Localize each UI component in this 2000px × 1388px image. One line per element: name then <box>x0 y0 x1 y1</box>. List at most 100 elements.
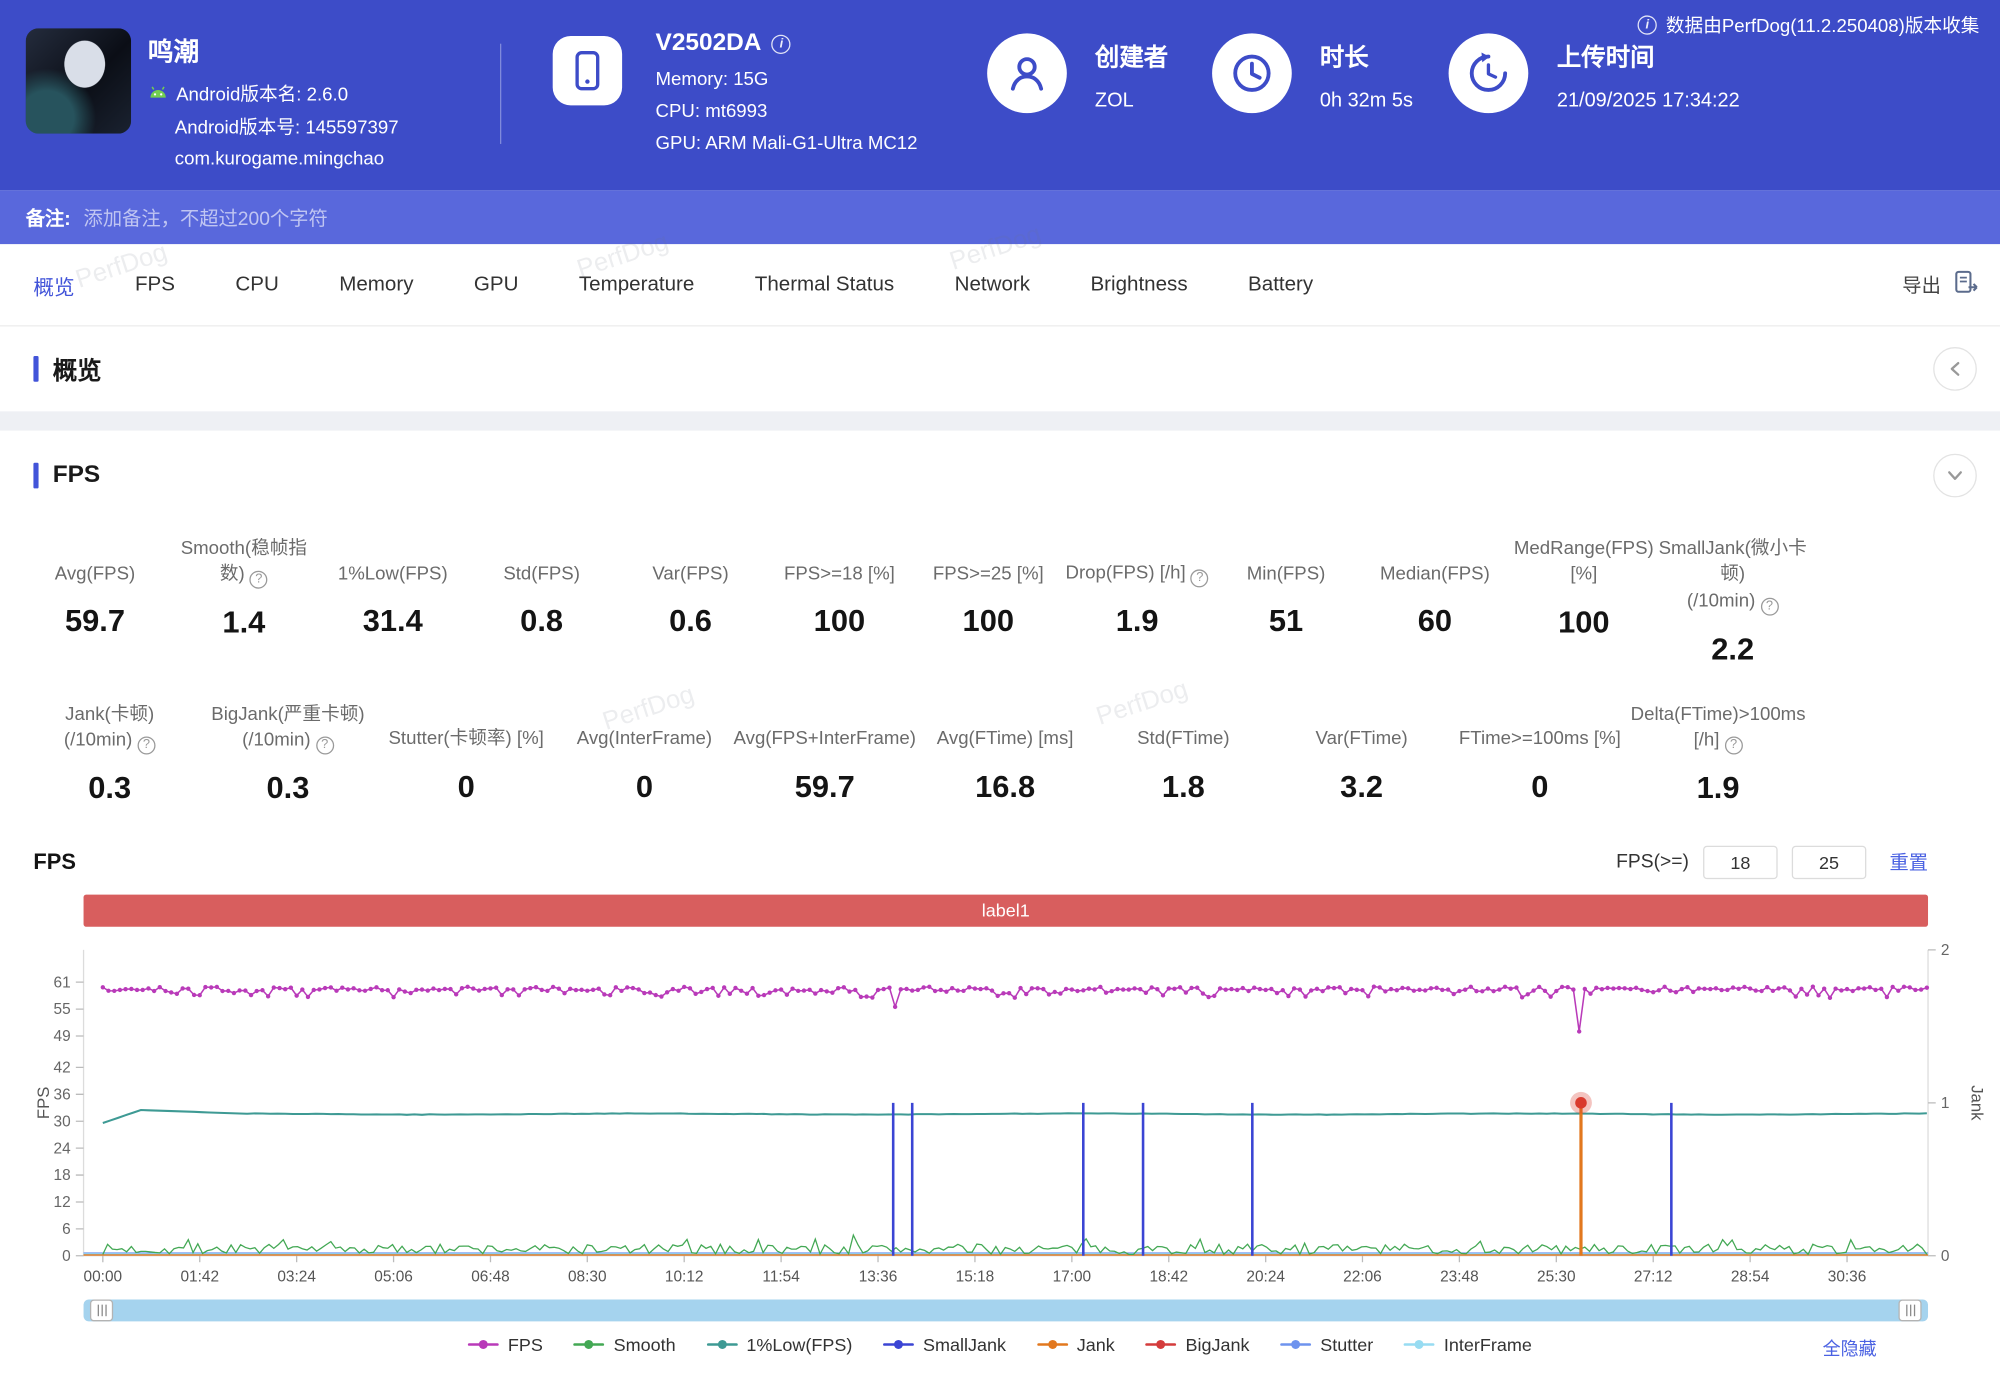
stat-label: Var(FTime) <box>1315 729 1408 750</box>
stat-fps-25-%: FPS>=25 [%] 100 <box>914 536 1063 668</box>
stat-label: Std(FTime) <box>1137 729 1230 750</box>
svg-text:01:42: 01:42 <box>180 1268 219 1285</box>
tab-list: 概览 FPS CPU Memory GPU Temperature Thermal Stat… <box>33 269 1373 300</box>
stat-value: 0.6 <box>669 604 712 639</box>
legend-label: BigJank <box>1185 1334 1250 1355</box>
stat-value: 0 <box>635 769 653 805</box>
fps-collapse-button[interactable] <box>1933 453 1977 498</box>
svg-text:12: 12 <box>54 1194 71 1211</box>
tab-fps[interactable]: FPS <box>135 273 175 296</box>
legend-smalljank[interactable]: SmallJank <box>883 1334 1006 1355</box>
stat-label: Avg(InterFrame) <box>576 729 713 750</box>
tab-temperature[interactable]: Temperature <box>579 273 694 296</box>
stat-value: 100 <box>813 604 866 639</box>
tab-gpu[interactable]: GPU <box>474 273 519 296</box>
stat-value: 1.8 <box>1161 769 1205 805</box>
page: 鸣潮 Android版本名: 2.6.0 Android版本号: 1455973… <box>0 0 2000 1388</box>
legend-fps[interactable]: FPS <box>468 1334 543 1355</box>
grip-icon <box>1905 1304 1915 1317</box>
legend-interframe[interactable]: InterFrame <box>1404 1334 1532 1355</box>
legend-smooth[interactable]: Smooth <box>573 1334 676 1355</box>
stat-value: 1.9 <box>1696 771 1740 806</box>
note-input[interactable]: 添加备注，不超过200个字符 <box>84 204 328 231</box>
svg-text:1: 1 <box>1941 1095 1950 1112</box>
tab-battery[interactable]: Battery <box>1248 273 1313 296</box>
scrollbar-left-handle[interactable] <box>89 1299 114 1322</box>
stat-value: 0.3 <box>88 771 132 806</box>
upload-label: 上传时间 <box>1556 44 1655 72</box>
svg-text:22:06: 22:06 <box>1343 1268 1382 1285</box>
tab-cpu[interactable]: CPU <box>235 273 278 296</box>
phone-icon <box>552 35 623 106</box>
stat-value: 60 <box>1417 604 1453 639</box>
svg-text:FPS: FPS <box>36 1086 53 1118</box>
chart-label-banner: label1 <box>83 894 1929 927</box>
overview-collapse-button[interactable] <box>1933 347 1977 391</box>
export-button[interactable]: 导出 <box>1902 269 1979 301</box>
legend-marker <box>1280 1339 1312 1349</box>
stat-label: Median(FPS) <box>1380 563 1490 585</box>
svg-text:Jank: Jank <box>1968 1085 1987 1121</box>
device-memory: Memory: 15G <box>655 69 769 90</box>
android-version: Android版本名: 2.6.0 <box>176 84 349 106</box>
tab-概览[interactable]: 概览 <box>33 269 74 300</box>
svg-text:10:12: 10:12 <box>665 1268 704 1285</box>
stat-value: 31.4 <box>362 604 423 639</box>
stat-value: 0.8 <box>520 604 564 639</box>
svg-text:08:30: 08:30 <box>568 1268 607 1285</box>
export-label: 导出 <box>1902 275 1941 297</box>
legend-bigjank[interactable]: BigJank <box>1145 1334 1250 1355</box>
tab-brightness[interactable]: Brightness <box>1090 273 1187 296</box>
stat-bigjank-严重卡顿: BigJank(严重卡顿) (/10min)? 0.3 <box>199 701 377 807</box>
app-name: 鸣潮 <box>147 38 200 67</box>
legend-stutter[interactable]: Stutter <box>1280 1334 1373 1355</box>
svg-text:61: 61 <box>54 974 71 991</box>
stat-delta-ftime-100ms-h: Delta(FTime)>100ms [/h]? 1.9 <box>1629 701 1807 807</box>
stat-value: 100 <box>1558 604 1610 640</box>
legend-label: 1%Low(FPS) <box>746 1334 853 1355</box>
chevron-left-icon <box>1950 361 1960 376</box>
fps-chart[interactable]: 61 55 49 42 36 30 24 18 12 6 0 2 1 0 00:00 01:42 03:24 05… <box>34 934 1990 1289</box>
tab-network[interactable]: Network <box>955 273 1030 296</box>
tab-memory[interactable]: Memory <box>339 273 413 296</box>
fps-section: FPS Avg(FPS) 59.7 Smooth(稳帧指数)? 1.4 1%Low(FP… <box>0 430 2000 1388</box>
stat-ftime-100ms-%: FTime>=100ms [%] 0 <box>1451 701 1629 807</box>
chart-scrollbar[interactable] <box>83 1299 1929 1322</box>
help-icon[interactable]: ? <box>1724 736 1743 755</box>
legend-1%low-fps[interactable]: 1%Low(FPS) <box>706 1334 853 1355</box>
device-info-icon[interactable]: i <box>771 34 791 54</box>
hide-all-link[interactable]: 全隐藏 <box>1823 1335 1877 1361</box>
tab-thermal-status[interactable]: Thermal Status <box>755 273 894 296</box>
stat-jank-卡顿: Jank(卡顿) (/10min)? 0.3 <box>21 701 199 807</box>
svg-text:20:24: 20:24 <box>1246 1268 1285 1285</box>
fps-section-title: FPS <box>33 461 100 489</box>
android-build: Android版本号: 145597397 <box>174 118 399 139</box>
person-icon <box>986 33 1067 114</box>
svg-text:55: 55 <box>54 1001 71 1018</box>
fps-max-input[interactable] <box>1791 845 1867 880</box>
scrollbar-right-handle[interactable] <box>1898 1299 1922 1322</box>
legend-marker <box>1145 1339 1177 1349</box>
fps-min-input[interactable] <box>1703 845 1778 880</box>
help-icon[interactable]: ? <box>1760 597 1779 616</box>
stat-label: Drop(FPS) [/h]? <box>1063 536 1212 588</box>
help-icon[interactable]: ? <box>137 736 156 755</box>
legend-marker <box>706 1339 738 1349</box>
legend-jank[interactable]: Jank <box>1036 1334 1115 1355</box>
help-icon[interactable]: ? <box>249 571 268 590</box>
svg-text:13:36: 13:36 <box>859 1268 898 1285</box>
overview-section: 概览 <box>0 326 2000 412</box>
legend-label: InterFrame <box>1443 1334 1532 1355</box>
help-icon[interactable]: ? <box>1190 569 1209 588</box>
stat-fps-18-%: FPS>=18 [%] 100 <box>765 536 914 668</box>
stat-label: Stutter(卡顿率) [%] <box>388 729 544 750</box>
help-icon[interactable]: ? <box>315 736 334 755</box>
stat-value: 0 <box>457 769 475 805</box>
svg-text:30: 30 <box>54 1113 71 1130</box>
chevron-down-icon <box>1948 471 1962 480</box>
reset-link[interactable]: 重置 <box>1889 849 1928 876</box>
history-icon <box>1448 33 1529 114</box>
stat-median-fps: Median(FPS) 60 <box>1360 536 1509 668</box>
stat-var-ftime: Var(FTime) 3.2 <box>1272 701 1450 807</box>
stat-avg-ftime-ms: Avg(FTime) [ms] 16.8 <box>916 701 1094 807</box>
